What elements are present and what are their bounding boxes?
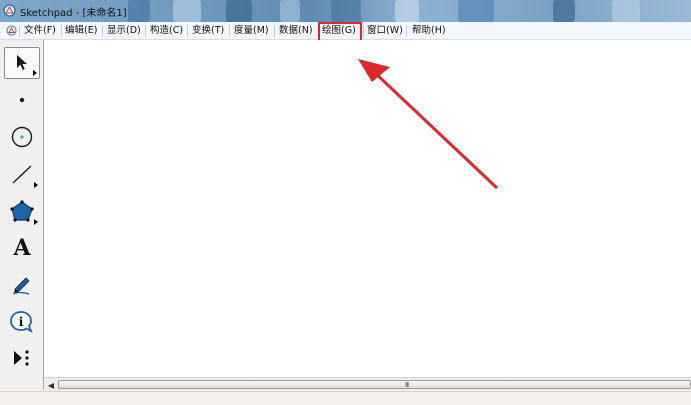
information-icon: i xyxy=(10,311,33,334)
point-icon xyxy=(19,97,25,103)
submenu-triangle-icon xyxy=(34,182,38,188)
custom-tool-icon xyxy=(14,350,29,366)
tool-custom[interactable] xyxy=(4,342,40,374)
sketch-canvas[interactable] xyxy=(45,40,691,377)
information-glyph: i xyxy=(19,315,24,329)
sketchpad-app-icon xyxy=(3,4,16,17)
menu-data[interactable]: 数据(N) xyxy=(278,24,314,38)
horizontal-scrollbar[interactable]: ◀ III xyxy=(44,377,691,391)
menu-graph[interactable]: 绘图(G) xyxy=(321,24,357,38)
tool-point[interactable] xyxy=(4,84,40,116)
arrow-select-icon xyxy=(17,55,27,70)
menu-separator xyxy=(274,25,275,37)
tool-text[interactable]: A xyxy=(4,232,40,264)
tool-information[interactable]: i xyxy=(4,306,40,338)
menu-separator xyxy=(61,25,62,37)
text-tool-icon: A xyxy=(13,235,31,261)
marker-pen-icon xyxy=(12,277,30,295)
window-title: Sketchpad - [未命名1] xyxy=(20,8,127,19)
scrollbar-grip: III xyxy=(405,381,409,389)
scrollbar-thumb[interactable]: III xyxy=(58,380,691,389)
menu-separator xyxy=(229,25,230,37)
menu-separator xyxy=(187,25,188,37)
polygon-icon xyxy=(10,200,34,222)
tool-marker[interactable] xyxy=(4,269,40,301)
document-icon xyxy=(6,25,17,36)
menu-edit[interactable]: 编辑(E) xyxy=(64,24,98,38)
submenu-triangle-icon xyxy=(34,219,38,225)
compass-circle-icon xyxy=(11,126,33,148)
menu-file[interactable]: 文件(F) xyxy=(23,24,57,38)
menu-separator xyxy=(406,25,407,37)
menu-display[interactable]: 显示(D) xyxy=(106,24,142,38)
title-bar: Sketchpad - [未命名1] xyxy=(0,0,691,22)
menu-measure[interactable]: 度量(M) xyxy=(233,24,270,38)
status-bar xyxy=(0,391,691,405)
menu-transform[interactable]: 变换(T) xyxy=(191,24,225,38)
straightedge-icon xyxy=(12,165,32,184)
tool-polygon[interactable] xyxy=(4,195,40,227)
menu-window[interactable]: 窗口(W) xyxy=(366,24,404,38)
tool-compass[interactable] xyxy=(4,121,40,153)
menu-construct[interactable]: 构造(C) xyxy=(149,24,184,38)
tool-straightedge[interactable] xyxy=(4,158,40,190)
menu-separator xyxy=(19,25,20,37)
menu-bar: 文件(F) 编辑(E) 显示(D) 构造(C) 变换(T) 度量(M) 数据(N… xyxy=(0,22,691,40)
menu-separator xyxy=(363,25,364,37)
submenu-triangle-icon xyxy=(33,70,37,76)
scroll-left-arrow-icon[interactable]: ◀ xyxy=(46,380,56,390)
menu-separator xyxy=(145,25,146,37)
toolbox: A i xyxy=(0,40,44,390)
menu-separator xyxy=(102,25,103,37)
tool-select-arrow[interactable] xyxy=(4,47,40,79)
menu-help[interactable]: 帮助(H) xyxy=(411,24,447,38)
